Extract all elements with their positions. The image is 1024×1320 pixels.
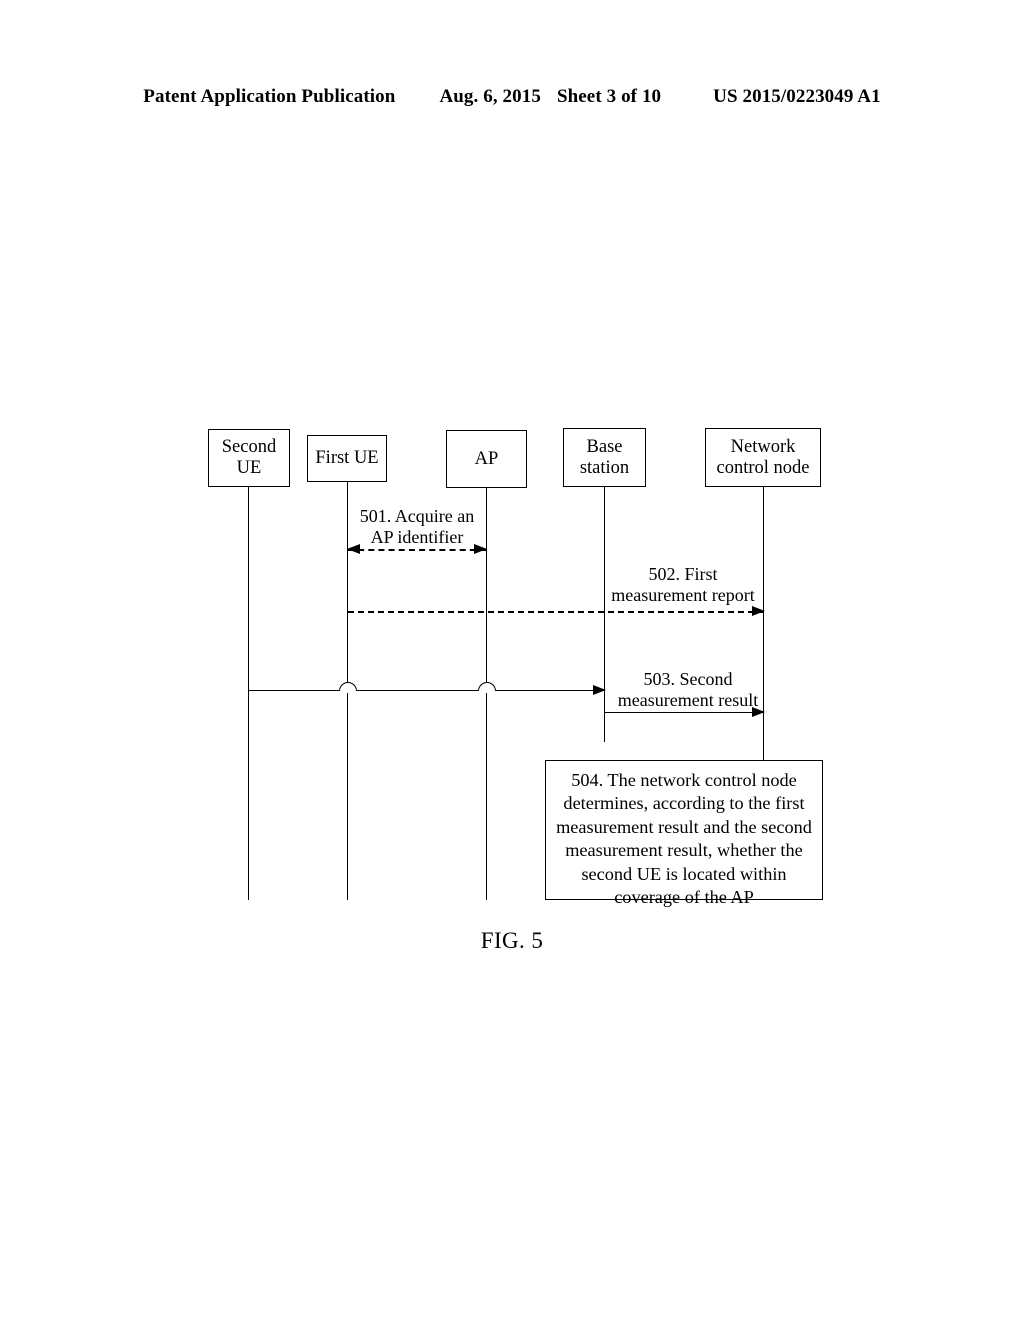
arrowhead-right-501 [474,543,487,554]
arrowhead-right-503 [752,706,765,717]
entity-box-ap: AP [446,430,527,488]
lifeline-network-control-node [763,487,764,761]
lifeline-second-ue [248,487,249,900]
entity-label-second-ue: Second UE [221,437,277,478]
sequence-diagram: Second UE First UE AP Base station Netwo… [0,0,1024,1320]
line-jump-arc-ap [478,682,496,691]
entity-label-base-station: Base station [579,436,630,478]
message-label-503: 503. Second measurement result [617,669,759,711]
arrowhead-right-502 [752,605,765,616]
process-box-504-label: 504. The network control node determines… [556,770,812,908]
message-arrow-502-rail [348,611,764,613]
message-arrow-503-rail [605,712,764,713]
entity-box-base-station: Base station [563,428,646,487]
entity-label-first-ue: First UE [315,448,379,469]
arrowhead-right-503-source [593,684,606,695]
message-arrow-503-source-rail [248,690,605,691]
entity-box-second-ue: Second UE [208,429,290,487]
entity-label-network-control-node: Network control node [716,436,810,478]
lifeline-base-station [604,487,605,742]
figure-caption: FIG. 5 [480,928,544,953]
message-label-501: 501. Acquire an AP identifier [359,506,475,548]
arrowhead-left-501 [347,543,360,554]
entity-box-first-ue: First UE [307,435,387,482]
entity-box-network-control-node: Network control node [705,428,821,487]
line-jump-arc-first-ue [339,682,357,691]
process-box-504: 504. The network control node determines… [545,760,823,907]
message-arrow-501-rail [348,549,486,551]
entity-label-ap: AP [474,448,499,469]
message-label-502: 502. First measurement report [611,564,755,606]
